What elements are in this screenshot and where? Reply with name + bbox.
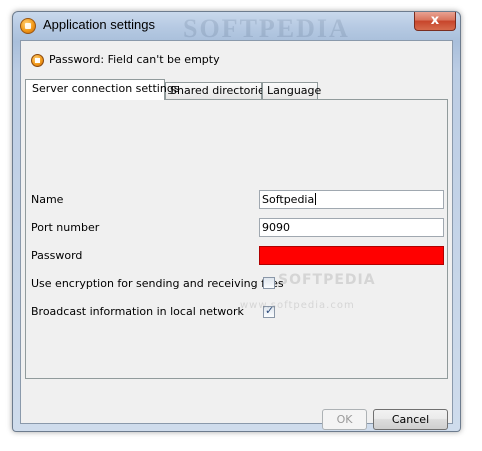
password-label: Password xyxy=(31,249,83,262)
name-field-value: Softpedia xyxy=(262,193,315,206)
cancel-button[interactable]: Cancel xyxy=(373,409,448,430)
broadcast-label: Broadcast information in local network xyxy=(31,305,244,318)
window-title: Application settings xyxy=(43,17,156,32)
encryption-label: Use encryption for sending and receiving… xyxy=(31,277,284,290)
encryption-checkbox[interactable] xyxy=(263,277,275,289)
port-field[interactable]: 9090 xyxy=(259,218,444,237)
tab-language[interactable]: Language xyxy=(262,82,321,99)
password-field[interactable] xyxy=(259,246,444,265)
panel-watermark-url: www.softpedia.com xyxy=(240,300,355,311)
app-logo-icon xyxy=(20,18,36,34)
tab-server-connection-settings[interactable]: Server connection settings xyxy=(25,79,180,100)
name-label: Name xyxy=(31,193,64,206)
settings-window: Application settings SOFTPEDIA x Passwor… xyxy=(12,11,461,432)
server-settings-panel: Name Softpedia Port number 9090 Password… xyxy=(25,99,448,379)
status-message: Password: Field can't be empty xyxy=(49,53,220,66)
title-bar[interactable]: Application settings SOFTPEDIA x xyxy=(13,12,460,43)
panel-watermark: SOFTPEDIA xyxy=(278,272,376,288)
name-field[interactable]: Softpedia xyxy=(259,190,444,209)
port-label: Port number xyxy=(31,221,100,234)
ok-button[interactable]: OK xyxy=(322,409,367,430)
dialog-body: Password: Field can't be empty Server co… xyxy=(20,40,453,430)
close-button[interactable]: x xyxy=(414,12,456,31)
error-icon xyxy=(31,54,44,67)
text-caret xyxy=(315,193,317,205)
